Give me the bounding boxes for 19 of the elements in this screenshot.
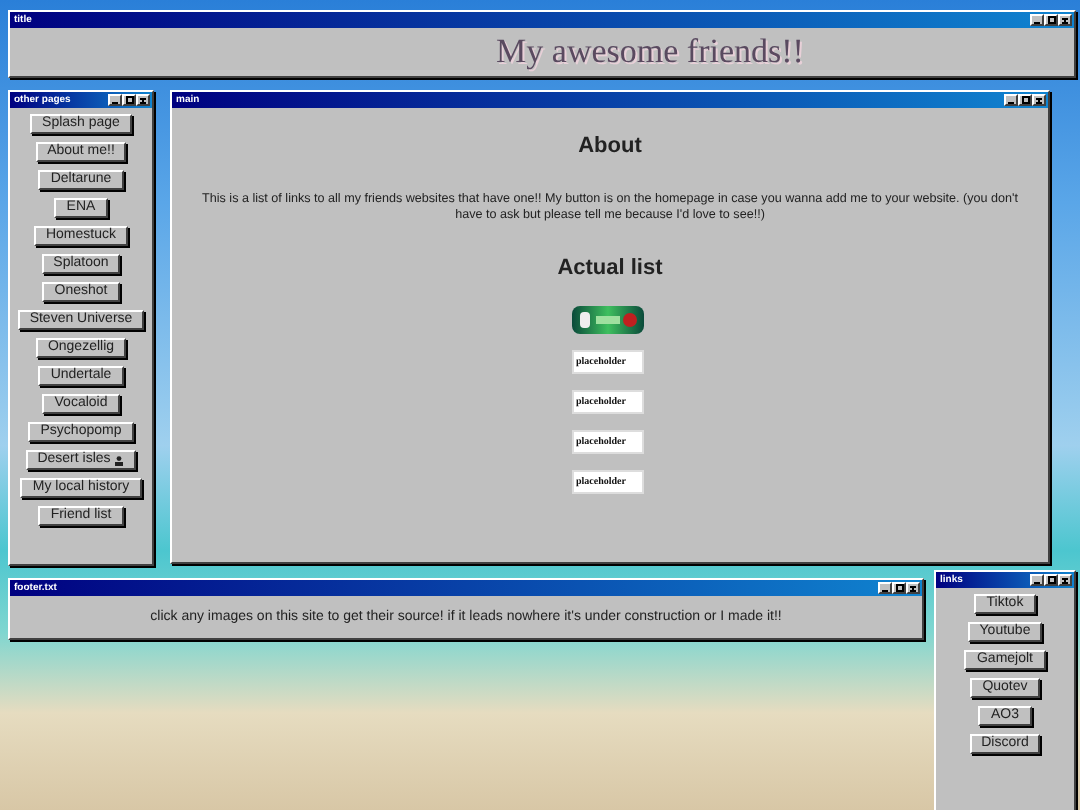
maximize-icon[interactable] bbox=[122, 94, 136, 106]
minimize-icon[interactable] bbox=[1030, 14, 1044, 26]
maximize-icon[interactable] bbox=[892, 582, 906, 594]
close-icon[interactable] bbox=[1032, 94, 1046, 106]
maximize-icon[interactable] bbox=[1044, 574, 1058, 586]
section-heading: About bbox=[578, 134, 642, 161]
site-title: My awesome friends!! bbox=[496, 30, 804, 74]
close-icon[interactable] bbox=[1058, 14, 1072, 26]
minimize-icon[interactable] bbox=[1030, 574, 1044, 586]
minimize-icon[interactable] bbox=[108, 94, 122, 106]
maximize-icon[interactable] bbox=[1044, 14, 1058, 26]
close-icon[interactable] bbox=[1058, 574, 1072, 586]
minimize-icon[interactable] bbox=[878, 582, 892, 594]
maximize-icon[interactable] bbox=[1018, 94, 1032, 106]
close-icon[interactable] bbox=[906, 582, 920, 594]
section-heading: Actual list bbox=[557, 256, 663, 283]
minimize-icon[interactable] bbox=[1004, 94, 1018, 106]
friend-badge-image[interactable] bbox=[572, 306, 644, 335]
close-icon[interactable] bbox=[136, 94, 150, 106]
